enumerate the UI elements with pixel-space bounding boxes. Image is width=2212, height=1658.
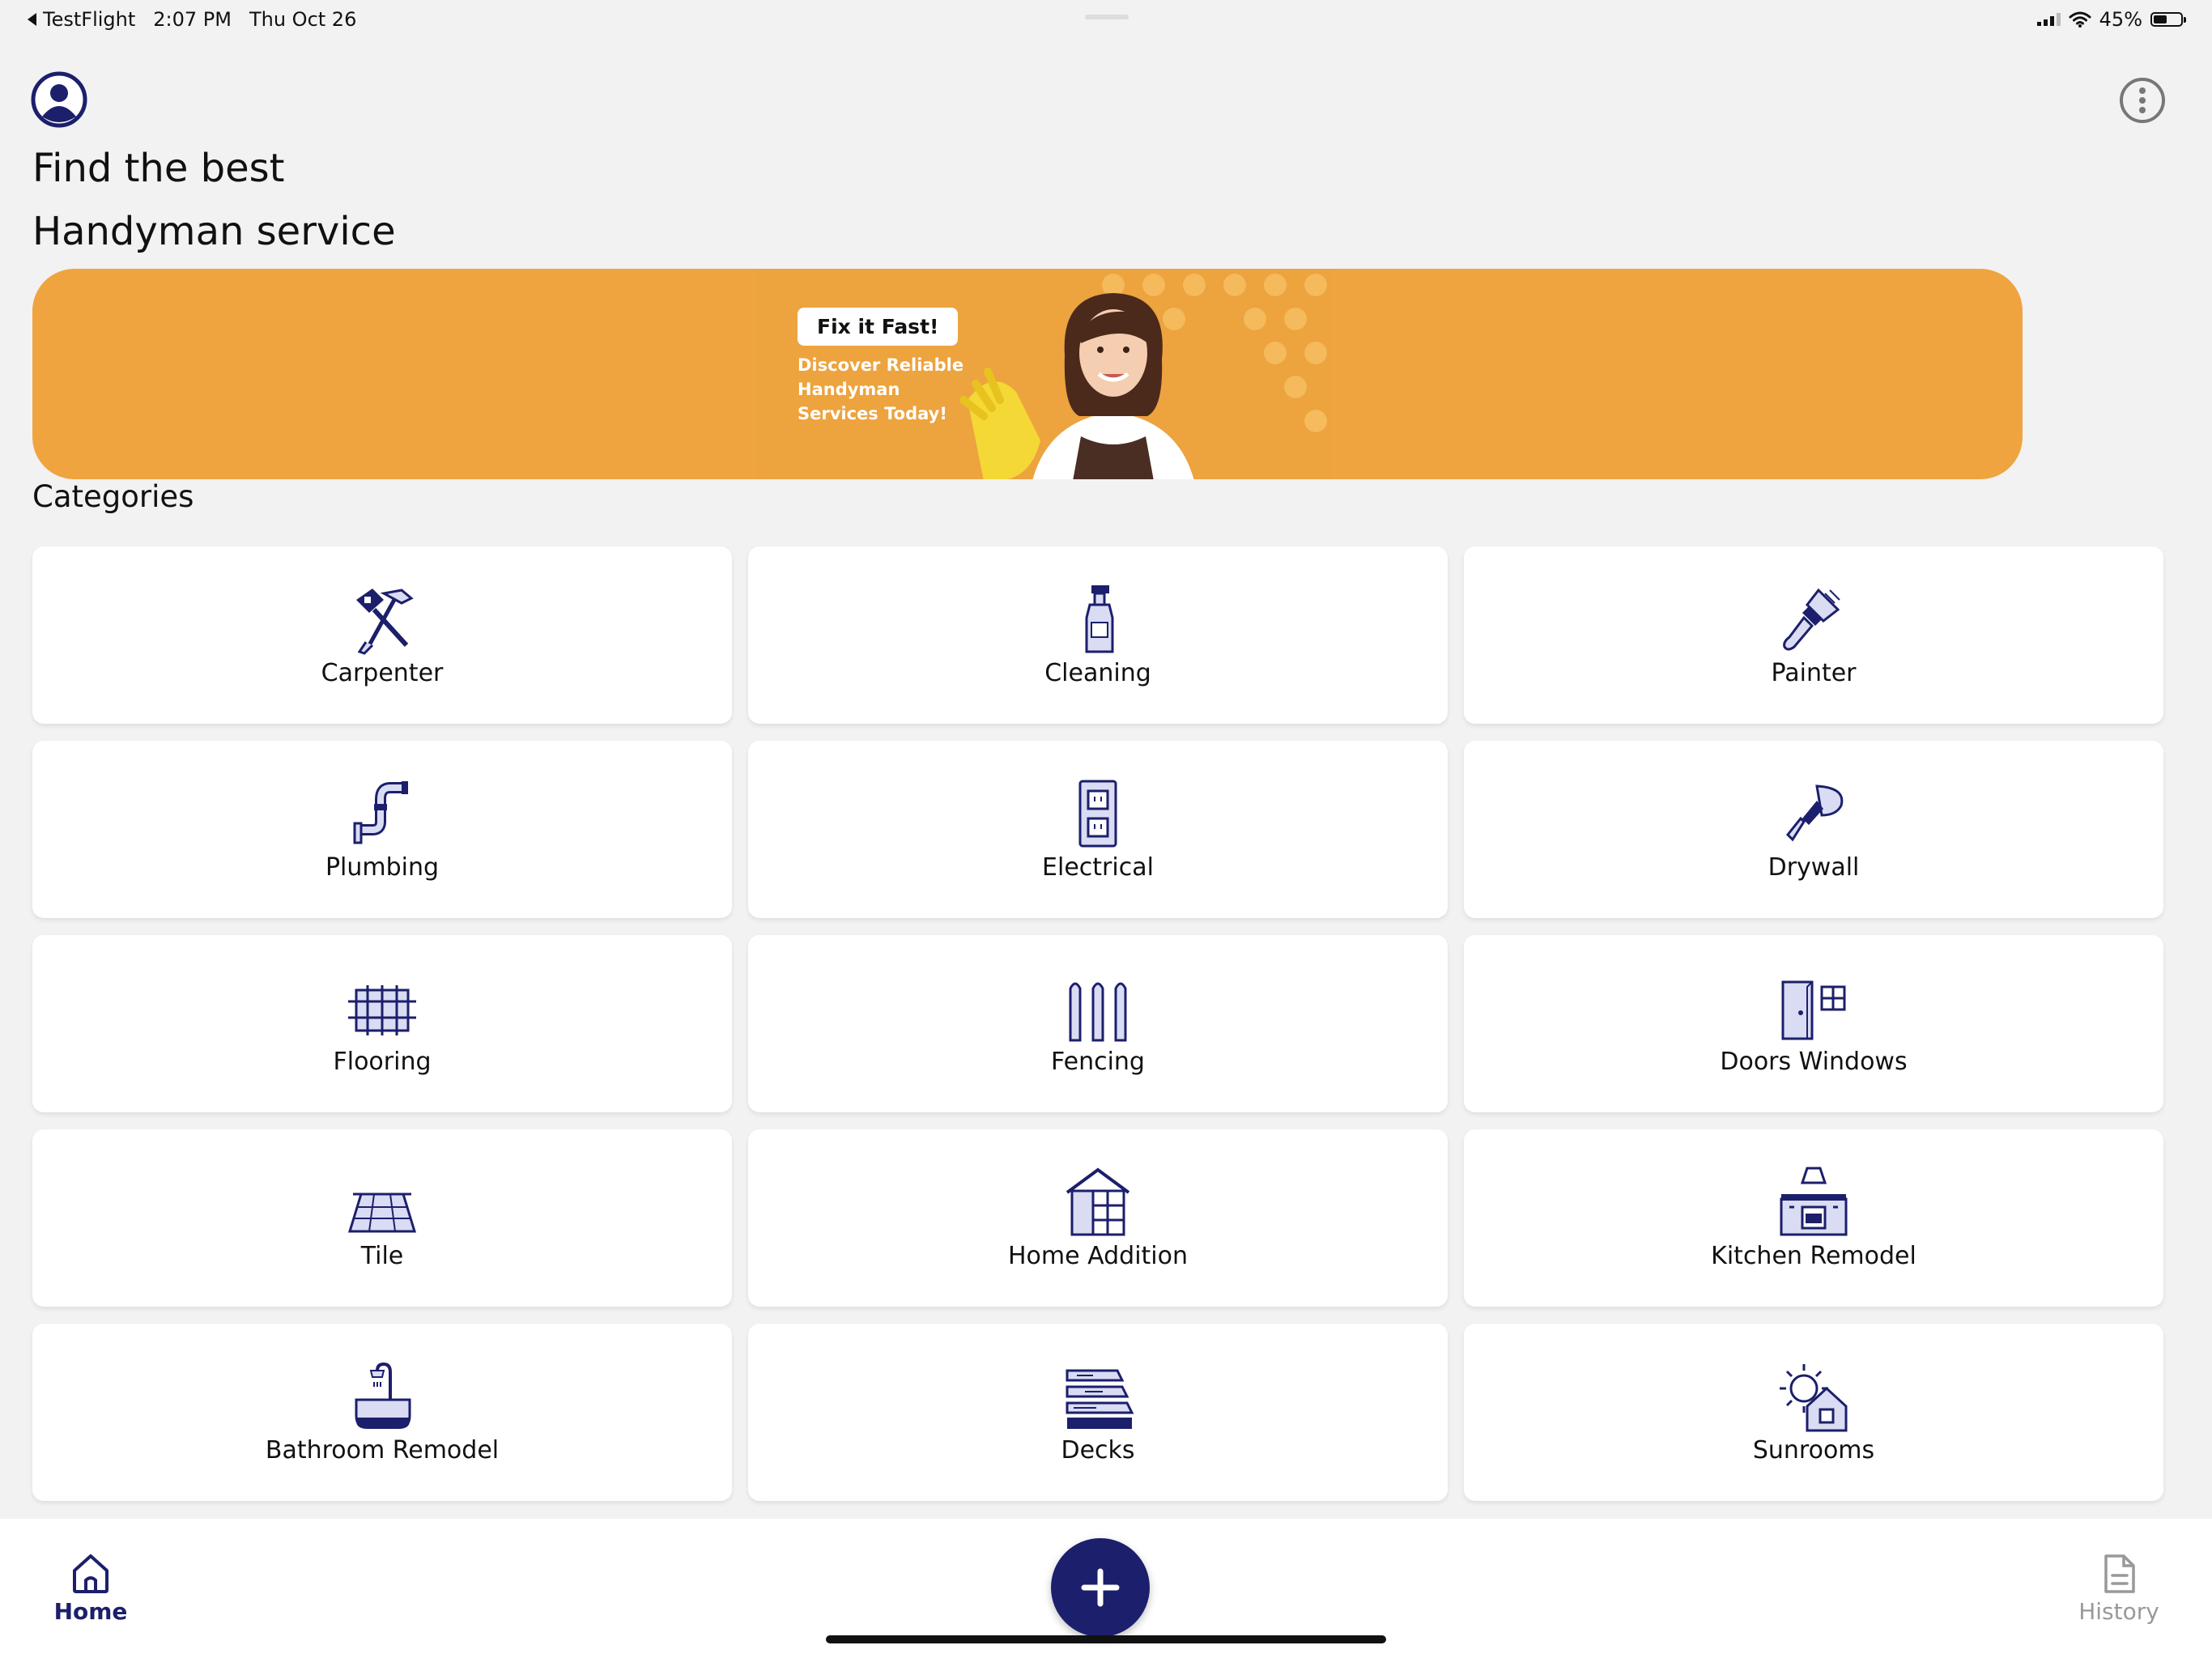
tile-icon xyxy=(347,1192,417,1233)
category-tile[interactable]: Tile xyxy=(32,1129,732,1307)
home-icon xyxy=(73,1554,108,1593)
status-right: 45% xyxy=(2036,8,2186,31)
tab-history[interactable]: History xyxy=(2065,1551,2173,1625)
flooring-icon xyxy=(348,985,416,1035)
category-label: Bathroom Remodel xyxy=(265,1436,500,1465)
category-label: Drywall xyxy=(1767,853,1860,882)
banner-artwork: Fix it Fast! Discover Reliable Handyman … xyxy=(757,269,1332,479)
headline-line-2: Handyman service xyxy=(32,209,396,254)
category-label: Kitchen Remodel xyxy=(1711,1242,1916,1270)
back-arrow-icon[interactable] xyxy=(28,13,36,26)
category-electrical[interactable]: Electrical xyxy=(748,741,1448,918)
cleaning-spray-icon xyxy=(1085,585,1114,653)
more-options-icon[interactable] xyxy=(2118,76,2167,125)
categories-heading: Categories xyxy=(32,479,194,514)
category-label: Painter xyxy=(1771,659,1857,687)
profile-avatar-icon[interactable] xyxy=(31,71,87,128)
category-decks[interactable]: Decks xyxy=(748,1324,1448,1501)
battery-percent: 45% xyxy=(2099,8,2142,31)
category-doors-windows[interactable]: Doors Windows xyxy=(1464,935,2163,1112)
sunroom-icon xyxy=(1780,1364,1848,1432)
category-label: Fencing xyxy=(1051,1048,1145,1076)
cellular-signal-icon xyxy=(2036,13,2061,26)
category-label: Flooring xyxy=(333,1048,432,1076)
category-drywall[interactable]: Drywall xyxy=(1464,741,2163,918)
deck-icon xyxy=(1066,1369,1134,1429)
tab-home[interactable]: Home xyxy=(39,1551,143,1625)
category-cleaning[interactable]: Cleaning xyxy=(748,546,1448,724)
promo-banner[interactable]: Fix it Fast! Discover Reliable Handyman … xyxy=(32,269,2023,479)
category-fencing[interactable]: Fencing xyxy=(748,935,1448,1112)
category-painter[interactable]: Painter xyxy=(1464,546,2163,724)
door-window-icon xyxy=(1781,980,1846,1040)
document-icon xyxy=(2104,1554,2135,1593)
paint-brush-icon xyxy=(1783,588,1840,651)
wifi-icon xyxy=(2069,11,2091,28)
fence-icon xyxy=(1069,982,1127,1042)
home-indicator[interactable] xyxy=(826,1635,1386,1643)
putty-knife-icon xyxy=(1785,784,1844,842)
category-carpenter[interactable]: Carpenter xyxy=(32,546,732,724)
category-label: Electrical xyxy=(1042,853,1154,882)
multitask-grabber[interactable] xyxy=(1085,15,1129,19)
plus-icon xyxy=(1081,1568,1120,1607)
outlet-icon xyxy=(1078,780,1117,848)
status-bar: TestFlight 2:07 PM Thu Oct 26 45% xyxy=(0,0,2212,39)
pipe-icon xyxy=(353,781,408,844)
banner-pill: Fix it Fast! xyxy=(798,308,959,346)
status-time: 2:07 PM xyxy=(153,8,232,31)
category-label: Cleaning xyxy=(1044,659,1151,687)
headline-line-1: Find the best xyxy=(32,146,285,191)
bathtub-icon xyxy=(355,1362,411,1429)
house-addition-icon xyxy=(1066,1167,1130,1236)
kitchen-icon xyxy=(1780,1167,1848,1236)
back-app-label[interactable]: TestFlight xyxy=(43,8,135,31)
category-label: Doors Windows xyxy=(1720,1048,1908,1076)
category-label: Decks xyxy=(1061,1436,1135,1465)
category-flooring[interactable]: Flooring xyxy=(32,935,732,1112)
banner-subtitle: Discover Reliable Handyman Services Toda… xyxy=(798,355,964,423)
category-label: Carpenter xyxy=(321,659,444,687)
category-home-addition[interactable]: Home Addition xyxy=(748,1129,1448,1307)
tab-history-label: History xyxy=(2078,1598,2159,1625)
category-label: Tile xyxy=(360,1242,404,1270)
category-bathroom-remodel[interactable]: Bathroom Remodel xyxy=(32,1324,732,1501)
category-plumbing[interactable]: Plumbing xyxy=(32,741,732,918)
category-label: Sunrooms xyxy=(1752,1436,1875,1465)
status-left: TestFlight 2:07 PM Thu Oct 26 xyxy=(28,8,356,31)
category-label: Plumbing xyxy=(325,853,440,882)
category-sunrooms[interactable]: Sunrooms xyxy=(1464,1324,2163,1501)
woman-with-gloves-illustration xyxy=(959,293,1194,479)
tab-home-label: Home xyxy=(53,1598,128,1625)
battery-icon xyxy=(2150,12,2186,27)
categories-grid: Carpenter Cleaning Painter Plumbing Elec… xyxy=(32,546,2163,1501)
add-button[interactable] xyxy=(1051,1538,1150,1637)
carpenter-icon xyxy=(356,589,414,655)
status-date: Thu Oct 26 xyxy=(249,8,357,31)
category-label: Home Addition xyxy=(1007,1242,1188,1270)
category-kitchen-remodel[interactable]: Kitchen Remodel xyxy=(1464,1129,2163,1307)
